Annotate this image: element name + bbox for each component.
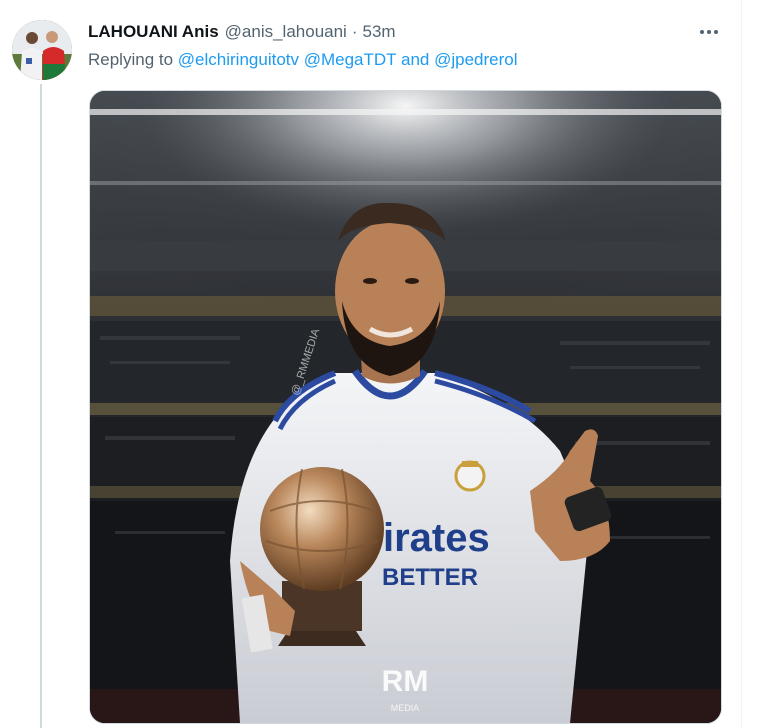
replying-to-line: Replying to @elchiringuitotv @MegaTDT an… <box>88 50 518 70</box>
display-name[interactable]: LAHOUANI Anis <box>88 22 219 42</box>
more-horizontal-icon[interactable] <box>694 22 724 42</box>
watermark-sub: MEDIA <box>391 703 420 713</box>
sponsor-text-2: BETTER <box>382 564 478 591</box>
column-divider <box>741 0 742 728</box>
mention-link[interactable]: @jpedrerol <box>434 50 517 69</box>
mention-link[interactable]: @MegaTDT <box>304 50 397 69</box>
tweet-header: LAHOUANI Anis @anis_lahouani · 53m <box>88 20 396 44</box>
user-handle[interactable]: @anis_lahouani <box>225 22 347 42</box>
separator-dot: · <box>351 22 358 41</box>
sponsor-text-1: irates <box>383 516 490 560</box>
timestamp[interactable]: 53m <box>363 22 396 42</box>
tweet-media-image[interactable]: irates BETTER @_RMMEDIA RM MEDIA <box>89 90 722 724</box>
mention-joiner: and <box>401 50 430 69</box>
mention-link[interactable]: @elchiringuitotv <box>178 50 299 69</box>
replying-prefix: Replying to <box>88 50 174 69</box>
avatar[interactable] <box>12 20 72 80</box>
thread-connector-line <box>40 84 42 728</box>
watermark-logo: RM <box>382 665 429 698</box>
